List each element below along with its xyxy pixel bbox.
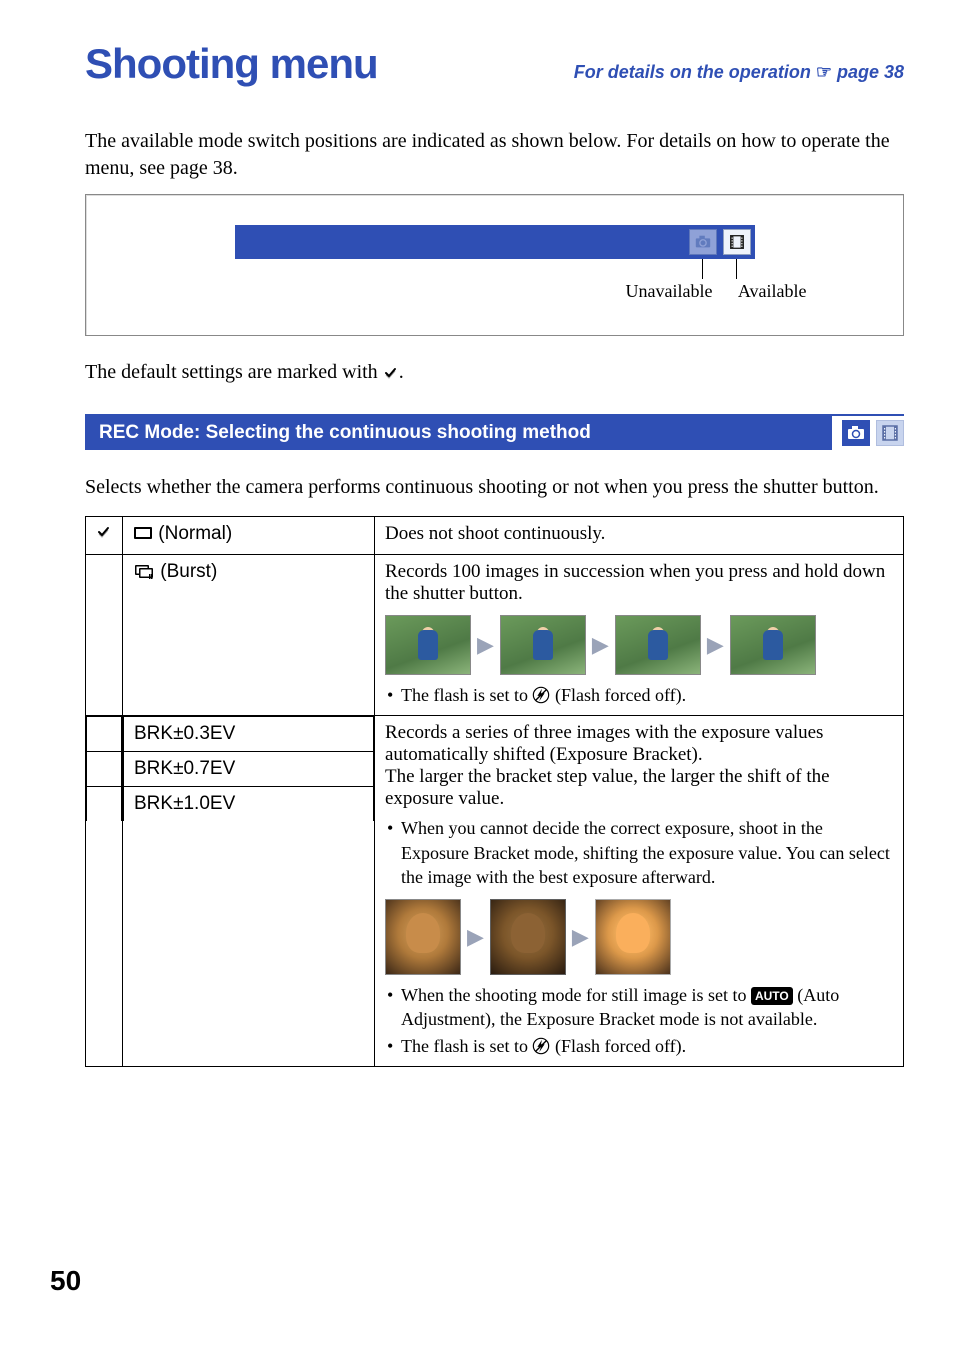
arrow-icon: ▶ bbox=[707, 632, 724, 658]
filmstrip-icon bbox=[728, 233, 746, 251]
intro-paragraph: The available mode switch positions are … bbox=[85, 128, 904, 182]
burst-label-text: (Burst) bbox=[155, 561, 217, 582]
brk-flash-suffix: (Flash forced off). bbox=[550, 1036, 686, 1056]
section-title: REC Mode: Selecting the continuous shoot… bbox=[85, 416, 832, 450]
checkmark-icon bbox=[383, 366, 399, 380]
sample-thumbnail bbox=[385, 899, 461, 975]
arrow-icon: ▶ bbox=[572, 924, 589, 950]
camera-icon bbox=[694, 233, 712, 251]
option-label-burst: (Burst) bbox=[123, 555, 375, 716]
normal-label-text: (Normal) bbox=[153, 523, 232, 544]
section-description: Selects whether the camera performs cont… bbox=[85, 474, 904, 501]
bracket-labels: BRK±0.3EV BRK±0.7EV BRK±1.0EV bbox=[123, 716, 375, 1067]
header-ref-page: page 38 bbox=[837, 62, 904, 82]
mode-icon-unavailable bbox=[689, 229, 717, 255]
unavailable-label: Unavailable bbox=[626, 281, 713, 302]
default-prefix: The default settings are marked with bbox=[85, 361, 383, 383]
burst-icon bbox=[133, 562, 155, 586]
option-desc-normal: Does not shoot continuously. bbox=[375, 517, 904, 555]
default-check-cell bbox=[86, 517, 123, 555]
section-header: REC Mode: Selecting the continuous shoot… bbox=[85, 414, 904, 450]
default-suffix: . bbox=[399, 361, 404, 383]
brk-note-flash: The flash is set to (Flash forced off). bbox=[385, 1034, 893, 1058]
normal-icon bbox=[133, 524, 153, 548]
brk-note-auto: When the shooting mode for still image i… bbox=[385, 983, 893, 1032]
page-number: 50 bbox=[50, 1265, 81, 1297]
sample-thumbnail bbox=[595, 899, 671, 975]
option-label-normal: (Normal) bbox=[123, 517, 375, 555]
mode-icon-available bbox=[723, 229, 751, 255]
brk-option-3: BRK±1.0EV bbox=[124, 787, 374, 822]
chapter-title: Shooting menu bbox=[85, 40, 378, 88]
section-film-icon bbox=[876, 420, 904, 446]
auto-pill: AUTO bbox=[751, 987, 793, 1005]
sample-thumbnail bbox=[500, 615, 586, 675]
sample-thumbnail bbox=[615, 615, 701, 675]
section-camera-icon bbox=[842, 420, 870, 446]
brk-flash-prefix: The flash is set to bbox=[401, 1036, 532, 1056]
bracket-description: Records a series of three images with th… bbox=[375, 716, 904, 1067]
burst-thumbnails: ▶ ▶ ▶ bbox=[385, 615, 893, 675]
table-row-burst: (Burst) Records 100 images in succession… bbox=[86, 555, 904, 716]
default-settings-line: The default settings are marked with . bbox=[85, 361, 904, 384]
header-ref-prefix: For details on the operation bbox=[574, 62, 816, 82]
brk-option-2: BRK±0.7EV bbox=[124, 752, 374, 787]
header-reference: For details on the operation ☞ page 38 bbox=[574, 62, 904, 83]
table-row-bracket: BRK±0.3EV BRK±0.7EV BRK±1.0EV Records a … bbox=[86, 716, 904, 1067]
available-label: Available bbox=[738, 281, 807, 302]
page-header: Shooting menu For details on the operati… bbox=[85, 40, 904, 88]
burst-desc-text: Records 100 images in succession when yo… bbox=[385, 561, 893, 605]
brk-note-exposure: When you cannot decide the correct expos… bbox=[385, 816, 893, 889]
burst-flash-suffix: (Flash forced off). bbox=[550, 685, 686, 705]
burst-flash-prefix: The flash is set to bbox=[401, 685, 532, 705]
options-table: (Normal) Does not shoot continuously. (B… bbox=[85, 516, 904, 1067]
sample-thumbnail bbox=[385, 615, 471, 675]
mode-bar bbox=[235, 225, 755, 259]
bracket-thumbnails: ▶ ▶ bbox=[385, 899, 893, 975]
sample-thumbnail bbox=[490, 899, 566, 975]
mode-diagram-frame: Unavailable Available bbox=[85, 194, 904, 336]
flash-off-icon bbox=[532, 686, 550, 704]
sample-thumbnail bbox=[730, 615, 816, 675]
brk-desc-2: The larger the bracket step value, the l… bbox=[385, 766, 893, 810]
arrow-icon: ▶ bbox=[467, 924, 484, 950]
arrow-icon: ▶ bbox=[477, 632, 494, 658]
arrow-icon: ▶ bbox=[592, 632, 609, 658]
burst-note-flash: The flash is set to (Flash forced off). bbox=[385, 683, 893, 707]
brk-auto-prefix: When the shooting mode for still image i… bbox=[401, 985, 751, 1005]
table-row-normal: (Normal) Does not shoot continuously. bbox=[86, 517, 904, 555]
brk-desc-1: Records a series of three images with th… bbox=[385, 722, 893, 766]
option-desc-burst: Records 100 images in succession when yo… bbox=[375, 555, 904, 716]
pointer-icon: ☞ bbox=[816, 62, 837, 82]
checkmark-icon bbox=[96, 525, 112, 539]
brk-option-1: BRK±0.3EV bbox=[124, 717, 374, 752]
flash-off-icon bbox=[532, 1037, 550, 1055]
